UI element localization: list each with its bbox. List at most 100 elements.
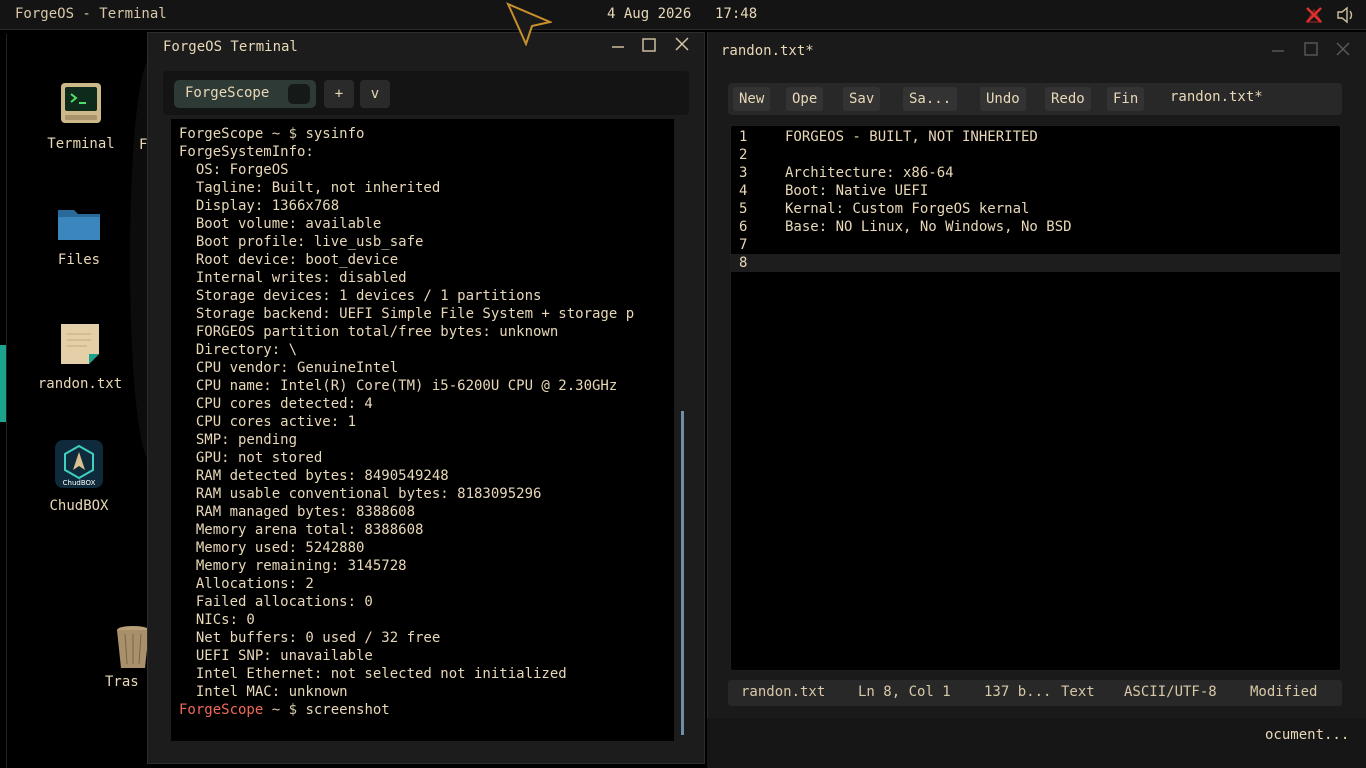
terminal-output-line: CPU vendor: GenuineIntel (179, 360, 399, 376)
status-encoding: ASCII/UTF-8 (1124, 684, 1217, 700)
terminal-scrollbar-thumb[interactable] (681, 411, 684, 735)
terminal-output[interactable]: ForgeScope ~ $ sysinfo ForgeSystemInfo: O… (171, 119, 674, 741)
maximize-icon[interactable] (642, 38, 656, 52)
editor-line[interactable]: 2 (731, 146, 1340, 164)
prompt-user: ForgeScope (179, 702, 264, 718)
mouse-cursor-icon (506, 2, 552, 46)
line-number: 4 (739, 183, 748, 199)
desktop-icon-label: ChudBOX (49, 498, 109, 514)
line-number: 8 (739, 255, 748, 271)
taskbar-area (707, 718, 1366, 768)
window-title: ForgeOS Terminal (163, 39, 298, 55)
terminal-output-line: Intel Ethernet: not selected not initial… (179, 666, 567, 682)
terminal-output-line: Storage devices: 1 devices / 1 partition… (179, 288, 542, 304)
new-tab-button[interactable]: + (324, 80, 354, 108)
terminal-output-line: CPU name: Intel(R) Core(TM) i5-6200U CPU… (179, 378, 618, 394)
editor-line[interactable]: 8 (731, 254, 1340, 272)
terminal-icon (61, 83, 101, 123)
desktop-icon-label: randon.txt (37, 376, 123, 392)
active-window-title: ForgeOS - Terminal (15, 6, 167, 22)
desktop-icon-label: Files (57, 252, 101, 268)
terminal-output-line: Boot profile: live_usb_safe (179, 234, 424, 250)
close-icon[interactable] (1336, 42, 1350, 56)
terminal-output-line: Boot volume: available (179, 216, 382, 232)
line-number: 5 (739, 201, 748, 217)
network-disconnected-icon[interactable] (1305, 6, 1323, 24)
terminal-output-line: NICs: 0 (179, 612, 255, 628)
terminal-prompt-line: ForgeScope ~ $ screenshot (179, 701, 634, 719)
folder-icon (58, 210, 100, 240)
line-number: 7 (739, 237, 748, 253)
terminal-output-line: RAM detected bytes: 8490549248 (179, 468, 449, 484)
editor-toolbar: New Ope Sav Sa... Undo Redo Fin randon.t… (728, 83, 1342, 115)
terminal-output-line: UEFI SNP: unavailable (179, 648, 373, 664)
open-button[interactable]: Ope (786, 87, 824, 111)
line-number: 1 (739, 129, 748, 145)
editor-line[interactable]: 1 FORGEOS - BUILT, NOT INHERITED (731, 128, 1340, 146)
terminal-output-line: Directory: \ (179, 342, 298, 358)
editor-filename: randon.txt* (1170, 89, 1263, 105)
terminal-tab-bar: ForgeScope + v (163, 71, 689, 115)
editor-text-area[interactable]: 1 FORGEOS - BUILT, NOT INHERITED 2 3 Archite… (730, 125, 1341, 671)
status-size: 137 b... (984, 684, 1052, 700)
desktop-icon-label: Terminal (47, 136, 115, 152)
line-text: Boot: Native UEFI (785, 183, 929, 199)
editor-line[interactable]: 6 Base: NO Linux, No Windows, No BSD (731, 218, 1340, 236)
save-button[interactable]: Sav (843, 87, 881, 111)
save-as-button[interactable]: Sa... (903, 87, 958, 111)
line-text: Kernal: Custom ForgeOS kernal (785, 201, 1030, 217)
undo-button[interactable]: Undo (980, 87, 1026, 111)
terminal-output-line: OS: ForgeOS (179, 162, 289, 178)
editor-line[interactable]: 5 Kernal: Custom ForgeOS kernal (731, 200, 1340, 218)
line-text: FORGEOS - BUILT, NOT INHERITED (785, 129, 1038, 145)
editor-line[interactable]: 4 Boot: Native UEFI (731, 182, 1340, 200)
maximize-icon[interactable] (1304, 42, 1318, 56)
terminal-output-line: Net buffers: 0 used / 32 free (179, 630, 441, 646)
volume-icon[interactable] (1336, 6, 1356, 24)
editor-line[interactable]: 7 (731, 236, 1340, 254)
desktop-edge (6, 34, 7, 768)
editor-line[interactable]: 3 Architecture: x86-64 (731, 164, 1340, 182)
terminal-output-line: Memory arena total: 8388608 (179, 522, 424, 538)
taskbar-item-document[interactable]: ocument... (1265, 727, 1349, 743)
desktop-icon-trash[interactable]: Tras (105, 624, 150, 690)
redo-button[interactable]: Redo (1045, 87, 1091, 111)
prompt-user: ForgeScope (179, 126, 264, 142)
clock-date[interactable]: 4 Aug 2026 (607, 6, 691, 22)
line-number: 3 (739, 165, 748, 181)
editor-window[interactable]: randon.txt* New Ope Sav Sa... Undo Redo … (707, 32, 1366, 718)
minimize-icon[interactable] (1271, 43, 1285, 57)
terminal-output-line: Allocations: 2 (179, 576, 314, 592)
terminal-output-line: Memory used: 5242880 (179, 540, 365, 556)
terminal-output-line: RAM managed bytes: 8388608 (179, 504, 416, 520)
terminal-window[interactable]: ForgeOS Terminal ForgeScope + v ForgeSco… (147, 32, 705, 764)
terminal-output-line: Failed allocations: 0 (179, 594, 373, 610)
line-number: 2 (739, 147, 748, 163)
desktop-icon-randon-txt[interactable]: randon.txt (25, 322, 135, 392)
clock-time[interactable]: 17:48 (715, 6, 757, 22)
find-button[interactable]: Fin (1107, 87, 1145, 111)
top-bar: ForgeOS - Terminal 4 Aug 2026 17:48 (0, 0, 1366, 30)
terminal-output-line: Root device: boot_device (179, 252, 399, 268)
editor-status-bar: randon.txt Ln 8, Col 1 137 b... Text ASC… (728, 680, 1342, 706)
status-file: randon.txt (741, 684, 826, 700)
prompt-separator: ~ $ (263, 702, 306, 718)
terminal-output-line: Tagline: Built, not inherited (179, 180, 441, 196)
minimize-icon[interactable] (611, 39, 625, 53)
line-text: Base: NO Linux, No Windows, No BSD (785, 219, 1072, 235)
status-type: Text (1061, 684, 1095, 700)
terminal-output-line: Memory remaining: 3145728 (179, 558, 407, 574)
status-state: Modified (1250, 684, 1318, 700)
terminal-tab[interactable]: ForgeScope (174, 80, 316, 108)
terminal-prompt-line: ForgeScope ~ $ sysinfo (179, 125, 634, 143)
desktop-icon-files[interactable]: Files (24, 206, 134, 268)
close-icon[interactable] (675, 37, 689, 51)
terminal-output-line: CPU cores detected: 4 (179, 396, 373, 412)
desktop-icon-terminal[interactable]: Terminal (26, 82, 136, 152)
tab-menu-button[interactable]: v (360, 80, 390, 108)
new-button[interactable]: New (733, 87, 771, 111)
tab-close-button[interactable] (288, 84, 310, 104)
desktop-icon-chudbox[interactable]: ChudBOX ChudBOX (24, 440, 134, 514)
text-file-icon (61, 324, 99, 364)
terminal-output-line: SMP: pending (179, 432, 298, 448)
